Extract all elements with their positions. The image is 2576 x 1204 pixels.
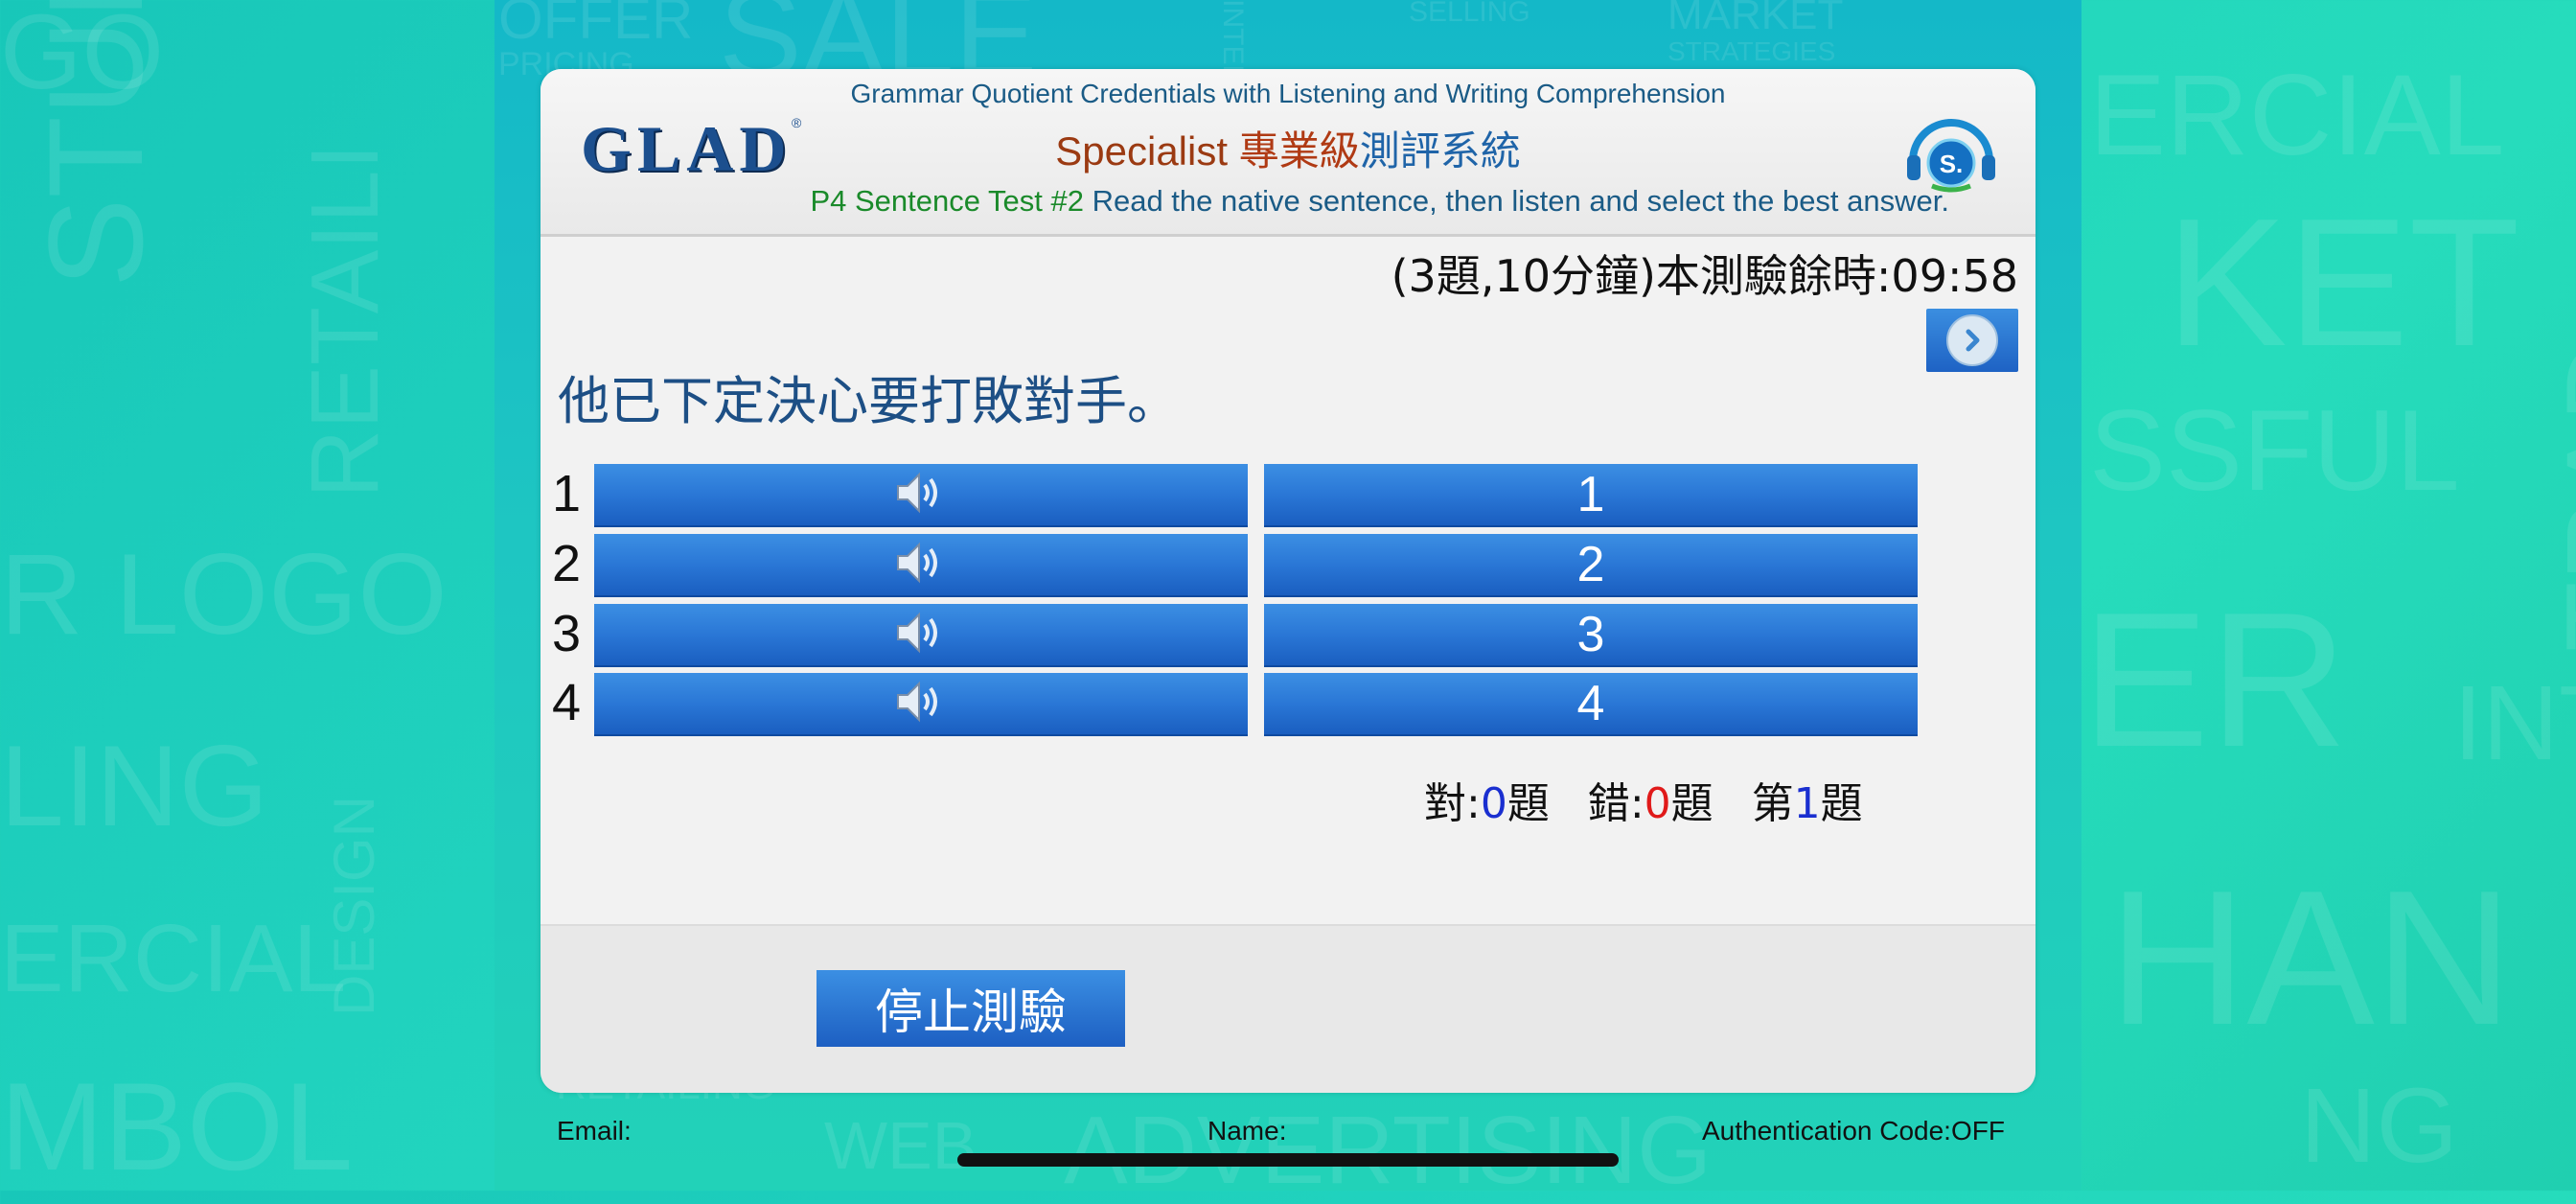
watermark-word: ER	[2082, 573, 2348, 787]
current-prefix: 第	[1751, 779, 1794, 828]
watermark-word: R LOGO	[0, 530, 448, 659]
remaining-time: (3題,10分鐘)本測驗餘時:09:58	[1391, 250, 2018, 302]
watermark-word: NG	[2300, 1067, 2458, 1185]
panel-footer	[540, 924, 2036, 1093]
correct-unit: 題	[1506, 779, 1550, 828]
speaker-icon	[892, 609, 950, 660]
watermark-word: MARKET	[1668, 0, 1844, 38]
score-summary: 對:0題 錯:0題 第1題	[1424, 769, 1863, 830]
headset-letter: S.	[1940, 150, 1964, 178]
option-number: 2	[552, 535, 582, 592]
answer-button-1[interactable]: 1	[1264, 464, 1918, 527]
watermark-word: SSFUL	[2089, 386, 2460, 515]
speaker-icon	[892, 539, 950, 590]
play-audio-button-4[interactable]	[594, 673, 1248, 736]
headset-icon: S.	[1903, 117, 1999, 194]
watermark-word: RETAILI	[291, 143, 399, 498]
test-panel: GLAD ® Grammar Quotient Credentials with…	[540, 69, 2036, 1093]
option-number: 1	[552, 465, 582, 522]
watermark-word: WEB	[824, 1108, 978, 1183]
play-audio-button-1[interactable]	[594, 464, 1248, 527]
header: GLAD ® Grammar Quotient Credentials with…	[540, 69, 2036, 237]
play-audio-button-3[interactable]	[594, 604, 1248, 667]
instruction-text: Read the native sentence, then listen an…	[1083, 184, 1949, 218]
correct-count: 0	[1480, 779, 1507, 828]
watermark-word: STUDY	[20, 0, 171, 288]
watermark-word: STRATEGIES	[1668, 36, 1836, 66]
watermark-word: DESIGN	[322, 795, 386, 1016]
wrong-unit: 題	[1670, 779, 1714, 828]
name-label: Name:	[1208, 1116, 1287, 1146]
answer-button-2[interactable]: 2	[1264, 534, 1918, 597]
watermark-word: SELLING	[1409, 0, 1530, 28]
title-system: 測評系統	[1359, 128, 1521, 174]
watermark-word: ERCIAL	[2089, 51, 2505, 179]
watermark-word: INT	[2453, 664, 2576, 782]
test-name: P4 Sentence Test #2	[810, 184, 1084, 218]
watermark-word: LING	[0, 722, 269, 850]
watermark-word: ADVERTISING	[1064, 1097, 1713, 1204]
correct-label: 對:	[1424, 779, 1481, 828]
question-sentence: 他已下定決心要打敗對手。	[558, 371, 1179, 431]
header-subtitle: Grammar Quotient Credentials with Listen…	[850, 79, 1726, 108]
option-number: 3	[552, 605, 582, 662]
speaker-icon	[892, 469, 950, 521]
chevron-right-icon	[1946, 314, 1998, 366]
watermark-word: HAN	[2108, 851, 2514, 1065]
watermark-word: OFFER	[498, 0, 694, 51]
watermark-word: KET	[2166, 181, 2520, 384]
option-number: 4	[552, 674, 582, 731]
stop-test-button[interactable]: 停止測驗	[816, 970, 1125, 1047]
test-instruction: P4 Sentence Test #2 Read the native sent…	[810, 184, 1949, 219]
watermark-word: TRAD	[2542, 338, 2576, 652]
watermark-word: ERCIAL	[0, 905, 347, 1012]
current-unit: 題	[1820, 779, 1863, 828]
authentication-code-label: Authentication Code:OFF	[1702, 1116, 2005, 1146]
current-question-number: 1	[1793, 779, 1821, 828]
wrong-count: 0	[1644, 779, 1671, 828]
email-label: Email:	[557, 1116, 632, 1146]
next-button[interactable]	[1926, 309, 2018, 372]
wrong-label: 錯:	[1587, 779, 1644, 828]
speaker-icon	[892, 678, 950, 729]
title-specialist: Specialist	[1055, 128, 1239, 174]
play-audio-button-2[interactable]	[594, 534, 1248, 597]
watermark-word: MBOL	[0, 1056, 354, 1196]
answer-button-4[interactable]: 4	[1264, 673, 1918, 736]
title-level: 專業級	[1238, 128, 1360, 174]
header-title: Specialist 專業級測評系統	[540, 119, 2036, 177]
answer-button-3[interactable]: 3	[1264, 604, 1918, 667]
home-indicator[interactable]	[957, 1153, 1619, 1167]
